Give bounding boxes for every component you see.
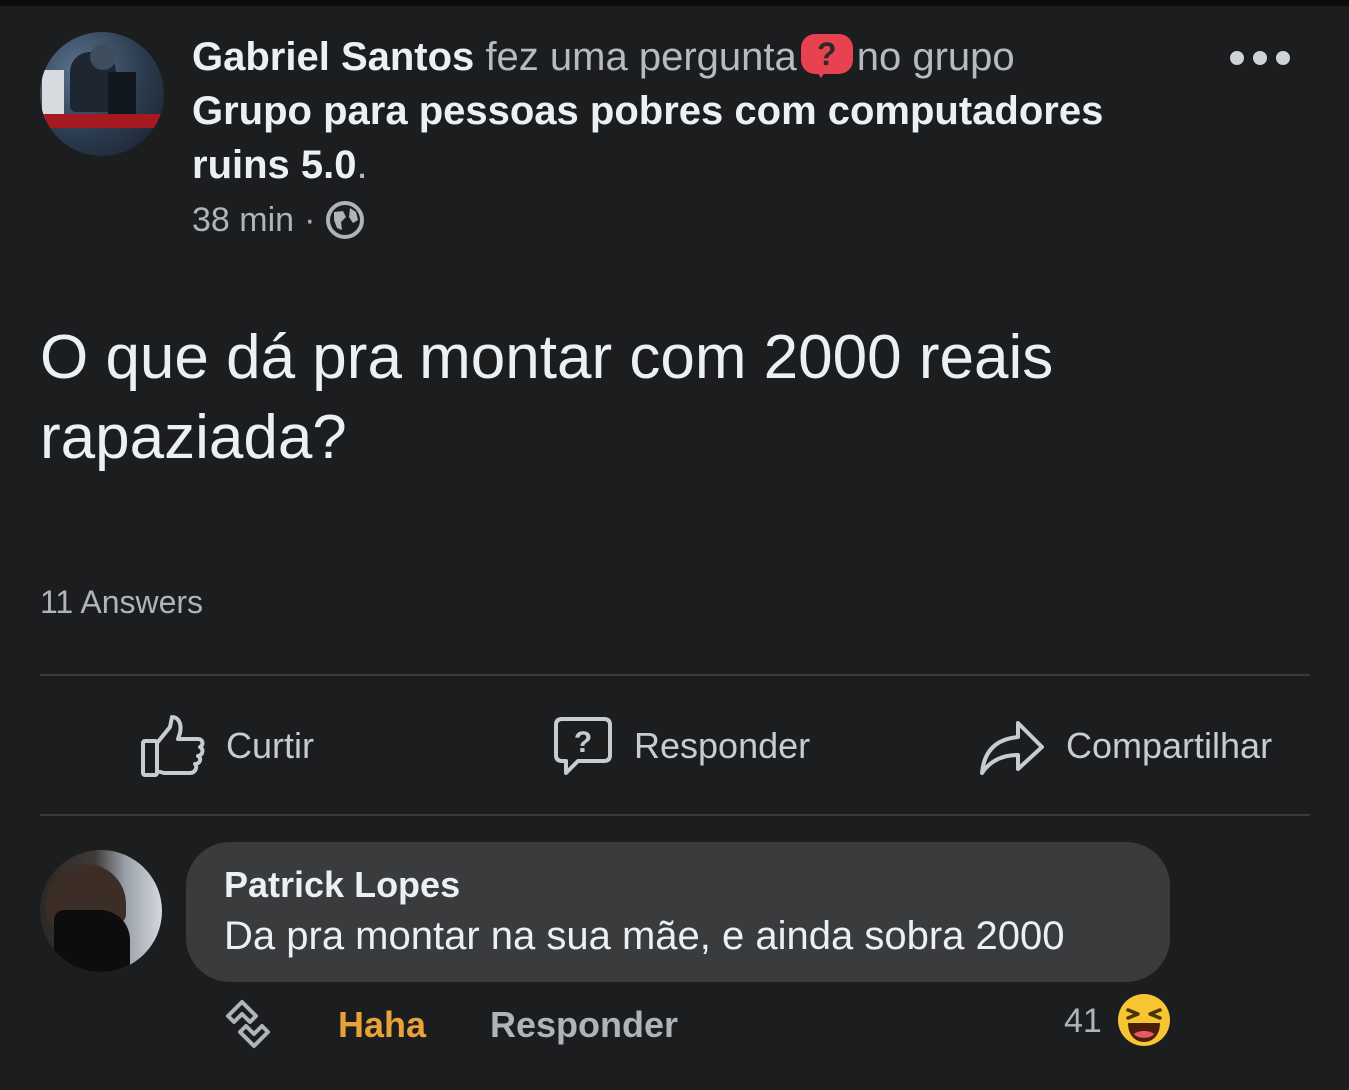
- header-phrase-in-group: no grupo: [856, 35, 1015, 79]
- top-edge-bar: [0, 0, 1349, 6]
- author-name[interactable]: Gabriel Santos: [192, 35, 474, 79]
- post-actions-bar: Curtir ? Responder Compartilhar: [40, 690, 1310, 802]
- more-options-icon[interactable]: [1230, 48, 1290, 68]
- comment-text: Da pra montar na sua mãe, e ainda sobra …: [224, 914, 1065, 958]
- post-header: Gabriel Santos fez uma pergunta? no grupo…: [40, 30, 1310, 250]
- share-label: Compartilhar: [1066, 725, 1273, 766]
- post-header-text: Gabriel Santos fez uma pergunta? no grupo…: [192, 30, 1192, 192]
- answers-count[interactable]: 11 Answers: [40, 584, 203, 621]
- post-time[interactable]: 38 min: [192, 201, 294, 240]
- reply-label: Responder: [634, 725, 811, 766]
- globe-icon: [326, 201, 365, 239]
- reply-button[interactable]: ? Responder: [552, 690, 810, 802]
- commenter-avatar[interactable]: [40, 850, 162, 972]
- share-button[interactable]: Compartilhar: [978, 690, 1272, 802]
- commenter-name[interactable]: Patrick Lopes: [224, 864, 460, 906]
- comment-actions: Haha Responder 41: [220, 990, 1180, 1060]
- reaction-count[interactable]: 41: [1064, 1002, 1102, 1041]
- author-avatar[interactable]: [40, 32, 164, 156]
- laughing-emoji-icon[interactable]: [1116, 992, 1172, 1048]
- meta-separator: ·: [304, 200, 316, 239]
- thumbs-up-icon: [141, 715, 205, 777]
- like-label: Curtir: [226, 725, 314, 766]
- question-bubble-icon: ?: [554, 717, 612, 775]
- comment-bubble: Patrick Lopes Da pra montar na sua mãe, …: [186, 842, 1170, 982]
- sync-arrows-icon[interactable]: [220, 996, 276, 1052]
- like-button[interactable]: Curtir: [140, 690, 314, 802]
- post-meta: 38 min ·: [192, 200, 365, 240]
- comment-reply-button[interactable]: Responder: [490, 1004, 678, 1046]
- divider-top: [40, 674, 1310, 676]
- question-badge-icon: ?: [800, 34, 853, 78]
- divider-bottom: [40, 814, 1310, 816]
- post-body-text: O que dá pra montar com 2000 reais rapaz…: [40, 323, 1054, 472]
- haha-reaction-button[interactable]: Haha: [338, 1004, 426, 1046]
- share-arrow-icon: [980, 721, 1044, 775]
- header-phrase-asked: fez uma pergunta: [485, 35, 797, 79]
- svg-text:?: ?: [574, 726, 592, 759]
- group-name-link[interactable]: Grupo para pessoas pobres com computador…: [192, 89, 1103, 187]
- group-period: .: [356, 143, 368, 187]
- comment: Patrick Lopes Da pra montar na sua mãe, …: [40, 840, 1310, 1080]
